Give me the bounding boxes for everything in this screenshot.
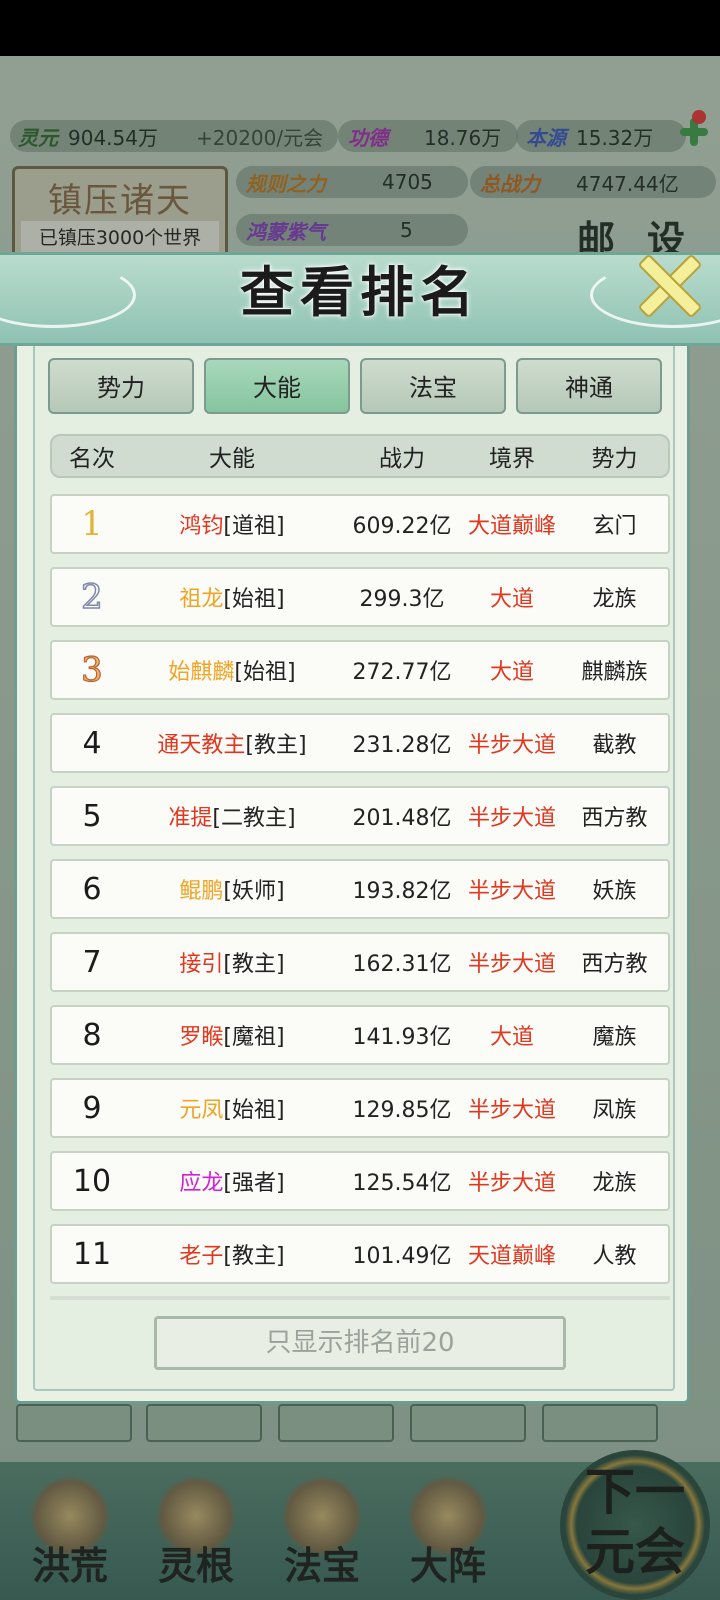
col-rank: 名次 [69,446,115,472]
rank-number: 7 [82,944,102,980]
realm: 大道 [489,587,534,612]
realm: 半步大道 [467,733,556,758]
col-name: 大能 [209,446,255,472]
name: 鸿钧 [179,514,224,539]
name: 祖龙 [179,587,224,612]
faction: 魔族 [592,1025,637,1050]
col-realm: 境界 [489,446,535,472]
tab-shentong[interactable]: 神通 [516,358,662,414]
rank-number: 1 [81,504,103,544]
table-row[interactable]: 4 通天教主 [教主] 231.28亿 半步大道 截教 [50,713,670,773]
top20-filter-button[interactable]: 只显示排名前20 [154,1316,566,1370]
rank-number: 8 [82,1017,102,1053]
power: 609.22亿 [352,514,452,539]
rank-number: 11 [72,1236,112,1272]
name-title: [教主] [223,1244,285,1269]
power: 141.93亿 [352,1025,452,1050]
col-power: 战力 [379,446,425,472]
realm: 大道巅峰 [467,514,556,539]
scroll-edge [50,1296,670,1300]
table-row[interactable]: 8 罗睺 [魔祖] 141.93亿 大道 魔族 [50,1005,670,1065]
rank-number: 6 [82,871,102,907]
realm: 半步大道 [467,1171,556,1196]
table-row[interactable]: 7 接引 [教主] 162.31亿 半步大道 西方教 [50,932,670,992]
realm: 天道巅峰 [467,1244,556,1269]
tab-daneng[interactable]: 大能 [204,358,350,414]
faction: 截教 [592,733,637,758]
tab-shili[interactable]: 势力 [48,358,194,414]
realm: 半步大道 [467,952,556,977]
power: 125.54亿 [352,1171,452,1196]
table-row[interactable]: 9 元凤 [始祖] 129.85亿 半步大道 凤族 [50,1078,670,1138]
faction: 妖族 [592,879,637,904]
col-faction: 势力 [591,446,638,472]
power: 129.85亿 [352,1098,452,1123]
realm: 半步大道 [467,1098,556,1123]
name-title: [始祖] [234,660,296,685]
name-title: [教主] [223,952,285,977]
modal-title: 查看排名 [240,260,480,324]
status-bar [0,0,720,56]
rank-number: 10 [72,1163,112,1199]
name-title: [妖师] [223,879,285,904]
table-row[interactable]: 2 祖龙 [始祖] 299.3亿 大道 龙族 [50,567,670,627]
power: 201.48亿 [352,806,452,831]
name-title: [始祖] [223,1098,285,1123]
name: 通天教主 [157,733,246,758]
realm: 大道 [489,660,534,685]
faction: 人教 [592,1244,637,1269]
faction: 麒麟族 [581,660,648,685]
faction: 凤族 [592,1098,637,1123]
tab-fabao[interactable]: 法宝 [360,358,506,414]
name: 始麒麟 [168,660,235,685]
name: 老子 [179,1244,224,1269]
name: 鲲鹏 [179,879,224,904]
table-row[interactable]: 1 鸿钧 [道祖] 609.22亿 大道巅峰 玄门 [50,494,670,554]
power: 299.3亿 [359,587,445,612]
power: 101.49亿 [352,1244,452,1269]
name-title: [二教主] [212,806,296,831]
table-row[interactable]: 11 老子 [教主] 101.49亿 天道巅峰 人教 [50,1224,670,1284]
rank-number: 4 [82,725,102,761]
realm: 大道 [489,1025,534,1050]
name: 元凤 [179,1098,224,1123]
name: 接引 [179,952,224,977]
power: 193.82亿 [352,879,452,904]
name-title: [魔祖] [223,1025,285,1050]
name-title: [教主] [245,733,307,758]
name-title: [道祖] [223,514,285,539]
faction: 玄门 [592,514,637,539]
table-row[interactable]: 6 鲲鹏 [妖师] 193.82亿 半步大道 妖族 [50,859,670,919]
faction: 龙族 [592,587,637,612]
power: 231.28亿 [352,733,452,758]
table-row[interactable]: 10 应龙 [强者] 125.54亿 半步大道 龙族 [50,1151,670,1211]
name-title: [始祖] [223,587,285,612]
table-row[interactable]: 5 准提 [二教主] 201.48亿 半步大道 西方教 [50,786,670,846]
name-title: [强者] [223,1171,285,1196]
rank-number: 5 [82,798,102,834]
table-row[interactable]: 3 始麒麟 [始祖] 272.77亿 大道 麒麟族 [50,640,670,700]
name: 罗睺 [179,1025,224,1050]
rank-number: 3 [81,649,104,690]
close-icon[interactable] [632,248,704,320]
faction: 西方教 [581,806,648,831]
faction: 西方教 [581,952,648,977]
power: 272.77亿 [352,660,452,685]
name: 准提 [168,806,213,831]
power: 162.31亿 [352,952,452,977]
realm: 半步大道 [467,806,556,831]
name: 应龙 [179,1171,224,1196]
realm: 半步大道 [467,879,556,904]
table-header: 名次 大能 战力 境界 势力 [50,434,670,478]
faction: 龙族 [592,1171,637,1196]
rank-number: 9 [82,1090,102,1126]
rank-number: 2 [80,576,103,618]
